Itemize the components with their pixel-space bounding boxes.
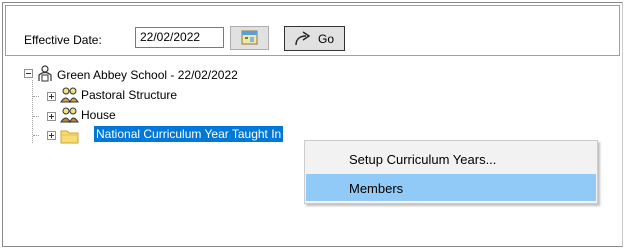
- tree-item-label-selected[interactable]: National Curriculum Year Taught In: [94, 126, 284, 142]
- tree-connector: [32, 80, 34, 143]
- menu-item-setup-curriculum-years[interactable]: Setup Curriculum Years...: [306, 145, 596, 172]
- folder-icon: [60, 130, 79, 144]
- expand-icon[interactable]: [47, 112, 56, 121]
- tree-connector: [33, 96, 39, 98]
- expand-icon[interactable]: [47, 131, 56, 140]
- context-menu: Setup Curriculum Years... Members: [304, 140, 598, 204]
- school-people-icon: [38, 65, 52, 82]
- pastoral-group-icon: [60, 87, 79, 104]
- menu-item-members[interactable]: Members: [306, 174, 596, 201]
- tree-connector: [33, 116, 39, 118]
- calendar-button[interactable]: [230, 26, 269, 50]
- menu-item-label: Setup Curriculum Years...: [349, 152, 497, 167]
- tree-connector: [33, 135, 39, 137]
- tree-item-label[interactable]: Pastoral Structure: [81, 88, 177, 102]
- tree-root-label[interactable]: Green Abbey School - 22/02/2022: [57, 68, 238, 82]
- effective-date-input[interactable]: 22/02/2022: [135, 27, 224, 48]
- effective-date-label: Effective Date:: [24, 33, 102, 47]
- calendar-icon: [241, 30, 258, 45]
- collapse-icon[interactable]: [24, 69, 33, 78]
- house-group-icon: [60, 107, 79, 124]
- expand-icon[interactable]: [47, 92, 56, 101]
- tree-item-label[interactable]: House: [81, 108, 116, 122]
- go-label: Go: [318, 32, 335, 46]
- go-arrow-icon: [295, 31, 311, 46]
- menu-item-label: Members: [349, 181, 404, 196]
- go-button[interactable]: Go: [284, 26, 345, 51]
- toolbar: Effective Date: 22/02/2022 Go: [5, 5, 620, 56]
